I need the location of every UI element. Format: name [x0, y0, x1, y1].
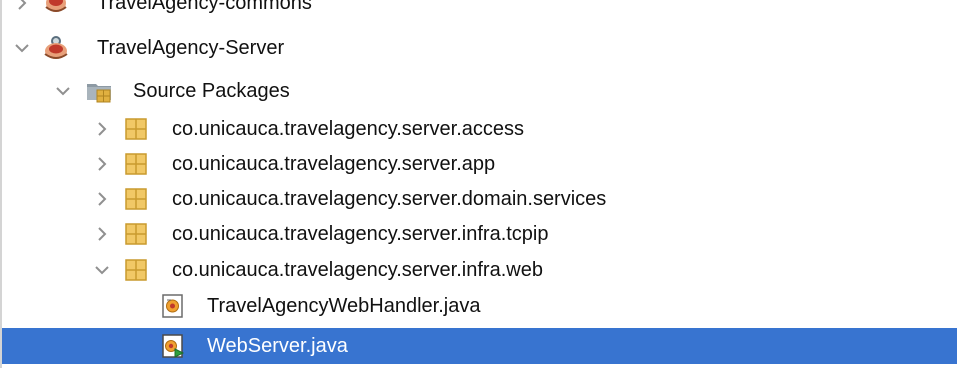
tree-item-label: Source Packages	[133, 80, 290, 102]
tree-item-package-app[interactable]: co.unicauca.travelagency.server.app	[2, 146, 957, 182]
tree-item-package-access[interactable]: co.unicauca.travelagency.server.access	[2, 111, 957, 147]
chevron-right-icon[interactable]	[14, 0, 30, 11]
tree-item-label: co.unicauca.travelagency.server.infra.we…	[172, 259, 543, 281]
tree-item-file-travelagencywebhandler[interactable]: TravelAgencyWebHandler.java	[2, 288, 957, 324]
source-packages-folder-icon	[86, 78, 114, 106]
tree-item-label: co.unicauca.travelagency.server.infra.tc…	[172, 223, 549, 245]
tree-item-label: co.unicauca.travelagency.server.app	[172, 153, 496, 175]
chevron-down-icon[interactable]	[14, 40, 30, 56]
tree-item-label: WebServer.java	[207, 335, 348, 357]
chevron-right-icon[interactable]	[94, 226, 110, 242]
chevron-down-icon[interactable]	[55, 83, 71, 99]
package-icon	[122, 115, 150, 143]
tree-item-label: co.unicauca.travelagency.server.access	[172, 118, 525, 140]
chevron-right-icon[interactable]	[94, 156, 110, 172]
java-main-class-file-icon	[159, 332, 187, 360]
chevron-right-icon[interactable]	[94, 121, 110, 137]
chevron-down-icon[interactable]	[94, 262, 110, 278]
package-icon	[122, 220, 150, 248]
tree-item-label: TravelAgencyWebHandler.java	[207, 295, 481, 317]
tree-item-package-domain-services[interactable]: co.unicauca.travelagency.server.domain.s…	[2, 181, 957, 217]
tree-item-label: TravelAgency-Server	[97, 37, 285, 59]
package-icon	[122, 150, 150, 178]
package-icon	[122, 185, 150, 213]
java-class-file-icon	[159, 292, 187, 320]
chevron-right-icon[interactable]	[94, 191, 110, 207]
maven-project-icon	[42, 0, 70, 17]
tree-item-source-packages[interactable]: Source Packages	[2, 73, 957, 109]
tree-item-label: TravelAgency-commons	[97, 0, 312, 14]
tree-item-travelagency-server[interactable]: TravelAgency-Server	[2, 30, 957, 66]
maven-web-project-icon	[42, 34, 70, 62]
tree-item-file-webserver[interactable]: WebServer.java	[2, 328, 957, 364]
tree-item-package-infra-web[interactable]: co.unicauca.travelagency.server.infra.we…	[2, 252, 957, 288]
tree-item-label: co.unicauca.travelagency.server.domain.s…	[172, 188, 607, 210]
tree-item-package-infra-tcpip[interactable]: co.unicauca.travelagency.server.infra.tc…	[2, 216, 957, 252]
tree-item-travelagency-commons[interactable]: TravelAgency-commons	[2, 0, 957, 21]
project-tree[interactable]: TravelAgency-commons TravelAgency-Server	[0, 0, 957, 368]
package-icon	[122, 256, 150, 284]
